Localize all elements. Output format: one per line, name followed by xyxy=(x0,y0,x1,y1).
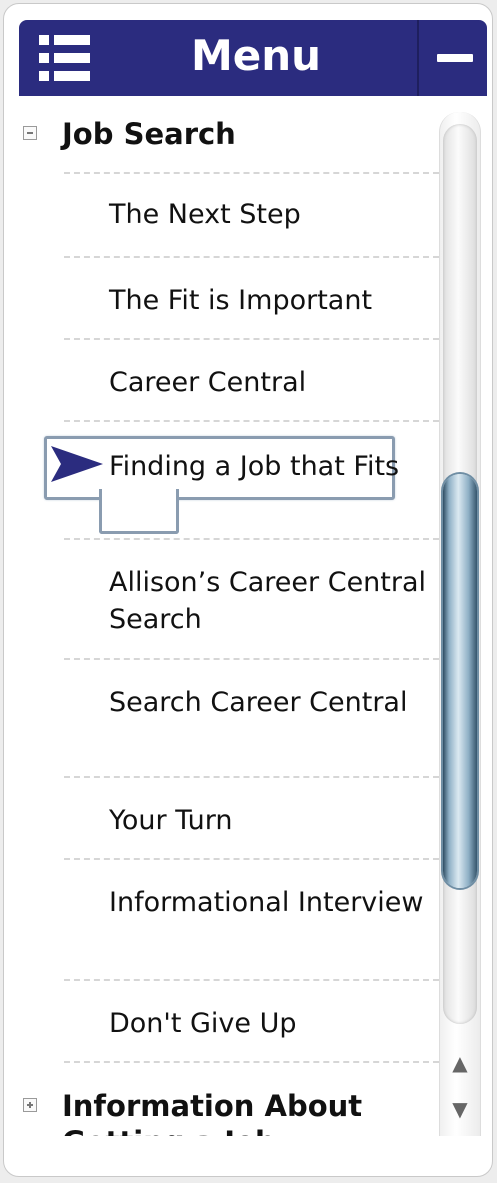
section-label: Job Search xyxy=(62,117,236,151)
collapse-menu-button[interactable] xyxy=(419,20,487,96)
list-item[interactable]: Informational Interview xyxy=(64,858,439,980)
scroll-up-button[interactable]: ▲ xyxy=(440,1042,480,1084)
item-label: The Next Step xyxy=(109,199,301,230)
section-job-search[interactable]: Job Search xyxy=(19,116,439,176)
item-label: Informational Interview xyxy=(109,887,424,918)
expand-section-icon[interactable] xyxy=(23,1098,37,1112)
list-item[interactable]: Search Career Central xyxy=(64,658,439,778)
scroll-down-button[interactable]: ▼ xyxy=(440,1088,480,1130)
item-label: Your Turn xyxy=(109,805,233,836)
menu-panel: Menu Job Search The Next Step The Fit is… xyxy=(3,3,493,1177)
arrow-up-icon: ▲ xyxy=(452,1051,468,1075)
list-item[interactable]: Career Central xyxy=(64,338,439,422)
list-item[interactable]: The Fit is Important xyxy=(64,256,439,341)
list-item[interactable]: Allison’s Career Central Search xyxy=(64,538,439,660)
menu-header: Menu xyxy=(19,20,487,96)
scrollbar-thumb[interactable] xyxy=(443,474,477,888)
list-divider xyxy=(64,1061,439,1063)
arrow-down-icon: ▼ xyxy=(452,1097,468,1121)
section-label: Information About Getting a Job xyxy=(62,1089,363,1136)
minus-icon xyxy=(437,54,473,62)
list-item[interactable]: Don't Give Up xyxy=(64,979,439,1063)
list-item-current[interactable]: Finding a Job that Fits xyxy=(64,420,439,540)
item-label: Don't Give Up xyxy=(109,1008,297,1039)
collapse-section-icon[interactable] xyxy=(23,126,37,140)
section-information-about-getting-a-job[interactable]: Information About Getting a Job xyxy=(19,1088,439,1136)
list-item[interactable]: Your Turn xyxy=(64,776,439,860)
item-label: The Fit is Important xyxy=(109,285,373,316)
menu-content: Job Search The Next Step The Fit is Impo… xyxy=(19,96,439,1136)
item-label: Career Central xyxy=(109,367,307,398)
scrollbar[interactable]: ▲ ▼ xyxy=(439,112,481,1136)
list-item[interactable]: The Next Step xyxy=(64,172,439,257)
item-label: Finding a Job that Fits xyxy=(109,451,400,482)
menu-title: Menu xyxy=(190,31,322,80)
item-label: Allison’s Career Central Search xyxy=(109,567,427,635)
item-label: Search Career Central xyxy=(109,687,408,718)
list-icon xyxy=(39,35,90,81)
